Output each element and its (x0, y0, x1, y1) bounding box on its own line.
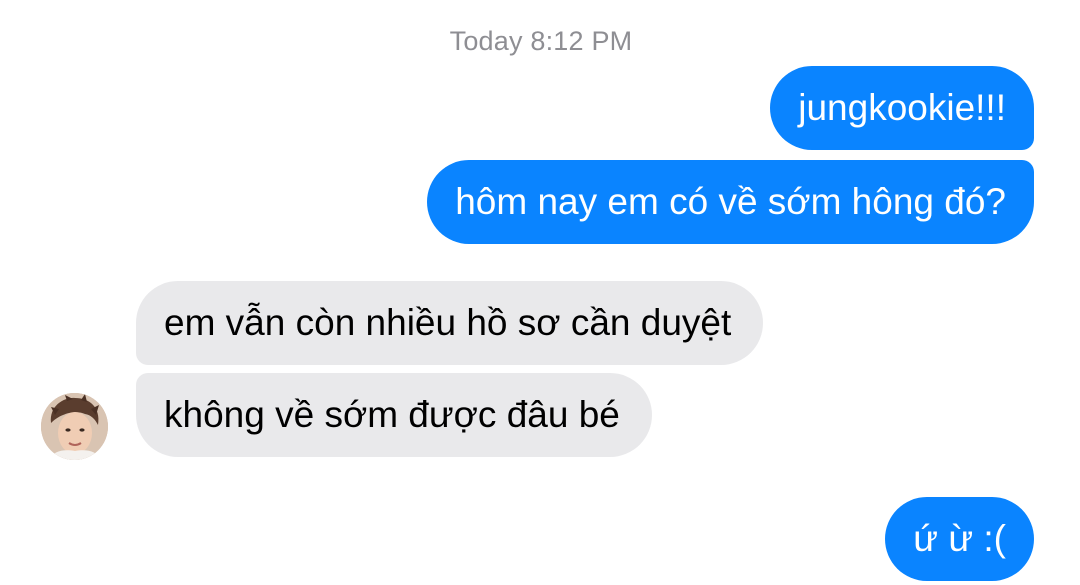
sent-message-bubble[interactable]: jungkookie!!! (770, 66, 1034, 150)
message-timestamp: Today 8:12 PM (449, 26, 633, 56)
sent-message-bubble[interactable]: ứ ừ :( (885, 497, 1034, 581)
avatar-photo-icon (41, 393, 108, 460)
contact-avatar-icon[interactable] (41, 393, 108, 460)
received-message-bubble[interactable]: không về sớm được đâu bé (136, 373, 652, 457)
received-message-bubble[interactable]: em vẫn còn nhiều hồ sơ cần duyệt (136, 281, 764, 365)
sent-message-bubble[interactable]: hôm nay em có về sớm hông đó? (427, 160, 1034, 244)
message-thread: Today 8:12 PM jungkookie!!! hôm nay em c… (0, 0, 1080, 585)
